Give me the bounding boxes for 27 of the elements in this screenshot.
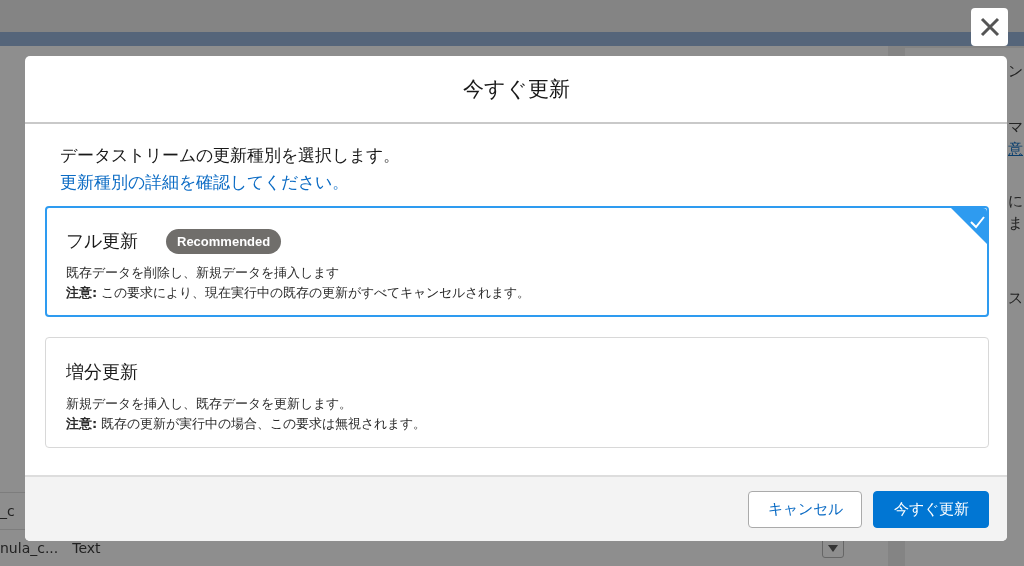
table-cell: Text [72,540,101,556]
cancel-button[interactable]: キャンセル [748,490,862,528]
option-card[interactable]: 増分更新 新規データを挿入し、既存データを更新します。 注意: 既存の更新が実行中の場合、この要求は無視されます。 [45,337,989,448]
table-cell: nula_c... [0,540,59,556]
side-text: マ [1008,118,1024,138]
close-icon [978,16,1001,38]
table-cell: _c [0,503,15,519]
option-description: 新規データを挿入し、既存データを更新します。 [66,395,353,413]
side-text: ま [1008,214,1024,234]
side-text: ン [1008,62,1024,82]
option-note: 注意: この要求により、現在実行中の既存の更新がすべてキャンセルされます。 [66,284,532,302]
option-title: フル更新 [66,229,138,253]
check-icon [951,208,987,244]
close-button[interactable] [971,8,1008,46]
modal-title: 今すぐ更新 [462,76,570,103]
recommended-badge: Recommended [166,228,282,254]
caret-icon [828,544,838,552]
help-link[interactable]: 更新種別の詳細を確認してください。 [60,171,349,194]
option-title: 増分更新 [66,360,138,384]
side-text: に [1008,192,1024,212]
link[interactable]: 意 [1008,140,1024,162]
intro-text: データストリームの更新種別を選択します。 [60,144,401,167]
option-description: 既存データを削除し、新規データを挿入します [66,264,340,282]
option-card[interactable]: フル更新 Recommended 既存データを削除し、新規データを挿入します 注意: この要求により、現在実行中の既存の更新がすべてキャンセルされます。 [45,206,989,317]
side-text: ス [1008,289,1024,309]
update-button[interactable]: 今すぐ更新 [873,490,989,528]
option-note: 注意: 既存の更新が実行中の場合、この要求は無視されます。 [66,415,428,433]
